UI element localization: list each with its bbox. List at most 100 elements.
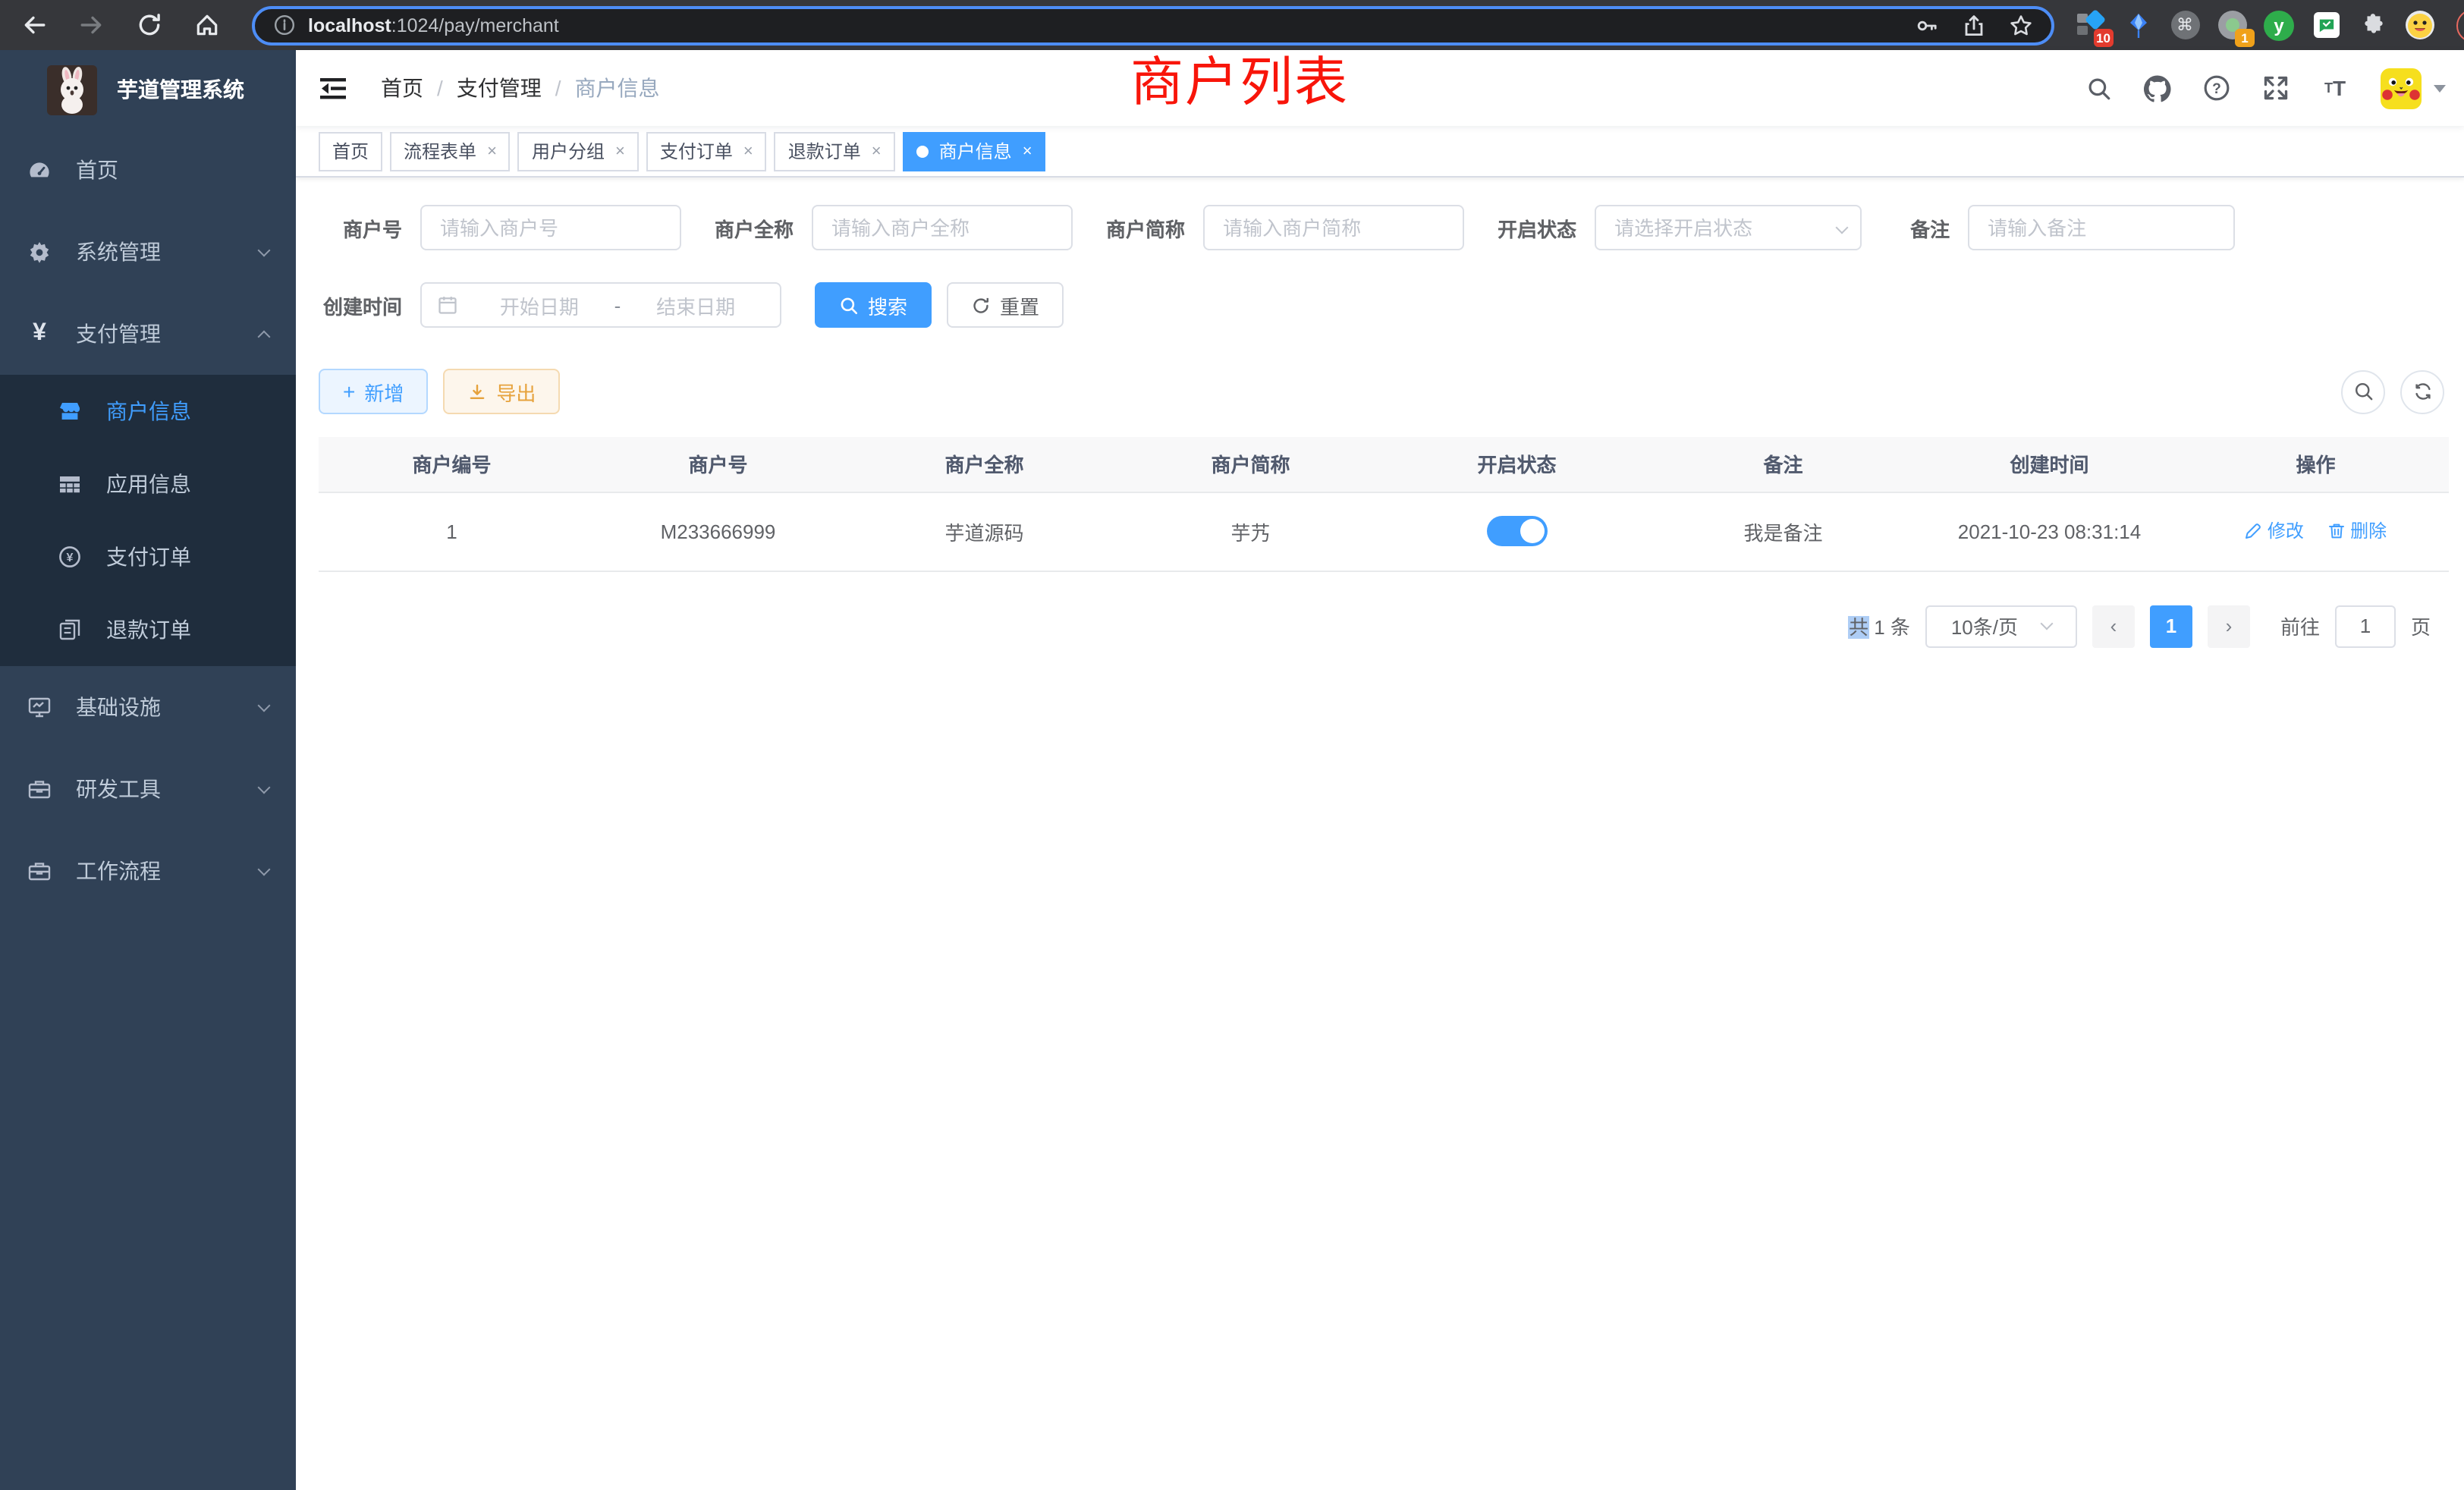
search-button[interactable]: 搜索 (815, 282, 932, 328)
sidebar-item-dev-tools[interactable]: 研发工具 (0, 748, 296, 830)
page-unit-label: 页 (2411, 611, 2431, 640)
table-row: 1 M233666999 芋道源码 芋艿 我是备注 2021-10-23 08:… (319, 492, 2449, 571)
remark-input[interactable] (1968, 205, 2235, 250)
edit-link[interactable]: 修改 (2245, 518, 2304, 544)
tag-merchant-info-active[interactable]: 商户信息× (903, 131, 1046, 171)
export-button-label: 导出 (496, 377, 536, 406)
user-avatar-menu[interactable] (2381, 68, 2446, 108)
extension-badge: 1 (2235, 28, 2255, 46)
next-page-button[interactable]: › (2208, 605, 2250, 647)
reset-button[interactable]: 重置 (947, 282, 1064, 328)
fullscreen-icon[interactable] (2262, 74, 2290, 102)
status-toggle-on[interactable] (1487, 516, 1548, 546)
monitor-icon (27, 695, 52, 719)
extension-kite-icon[interactable] (2123, 10, 2153, 40)
chevron-down-icon (258, 863, 271, 875)
filter-label-full-name: 商户全称 (715, 213, 812, 242)
bookmark-star-icon[interactable] (2009, 13, 2033, 37)
browser-address-bar[interactable]: localhost:1024/pay/merchant (252, 5, 2054, 45)
font-size-icon[interactable]: TT (2321, 74, 2349, 102)
sidebar-item-refund-order[interactable]: 退款订单 (0, 593, 296, 666)
site-info-icon[interactable] (273, 14, 296, 36)
export-button[interactable]: 导出 (443, 369, 560, 414)
sidebar-item-label: 研发工具 (76, 774, 161, 804)
delete-label: 删除 (2350, 518, 2387, 544)
goto-label: 前往 (2280, 611, 2320, 640)
sidebar-item-infrastructure[interactable]: 基础设施 (0, 666, 296, 748)
sidebar-item-pay-order[interactable]: ¥ 支付订单 (0, 520, 296, 593)
browser-forward-button[interactable] (73, 7, 109, 43)
col-header-merchant-no: 商户号 (585, 437, 851, 492)
extension-y-icon[interactable]: y (2264, 10, 2294, 40)
sidebar-fold-icon[interactable] (317, 73, 347, 103)
merchant-no-input[interactable] (420, 205, 681, 250)
refresh-icon (971, 295, 991, 315)
tag-close-icon[interactable]: × (487, 142, 497, 160)
refresh-table-button[interactable] (2400, 369, 2444, 413)
sidebar-item-home[interactable]: 首页 (0, 129, 296, 211)
yen-circle-icon: ¥ (58, 545, 82, 569)
browser-back-button[interactable] (15, 7, 52, 43)
share-icon[interactable] (1962, 13, 1986, 37)
add-button[interactable]: + 新增 (319, 369, 428, 414)
prev-page-button[interactable]: ‹ (2092, 605, 2135, 647)
page-size-select[interactable]: 10条/页 (1925, 605, 2077, 647)
tag-home[interactable]: 首页 (319, 131, 382, 171)
tags-view: 首页 流程表单× 用户分组 × 支付订单× 退款订单× 商户信息× (296, 126, 2464, 178)
show-search-toggle-button[interactable] (2341, 369, 2385, 413)
extensions-puzzle-icon[interactable] (2358, 10, 2388, 40)
table-header-row: 商户编号 商户号 商户全称 商户简称 开启状态 备注 创建时间 操作 (319, 437, 2449, 492)
date-separator: - (608, 294, 627, 316)
tag-close-icon[interactable]: × (615, 142, 625, 160)
header-search-icon[interactable] (2085, 74, 2112, 102)
goto-page-input[interactable] (2335, 605, 2396, 647)
url-text: localhost:1024/pay/merchant (308, 14, 559, 36)
sidebar-item-merchant-info[interactable]: 商户信息 (0, 375, 296, 448)
browser-home-button[interactable] (188, 7, 225, 43)
browser-update-button[interactable]: 更新 (2456, 8, 2464, 42)
extension-status-icon[interactable]: 1 (2217, 10, 2247, 40)
profile-emoji-icon[interactable] (2405, 10, 2435, 40)
tag-process-form[interactable]: 流程表单× (390, 131, 511, 171)
app-logo[interactable]: 芋道管理系统 (0, 50, 296, 129)
full-name-input[interactable] (812, 205, 1073, 250)
filter-label-remark: 备注 (1907, 213, 1968, 242)
browser-reload-button[interactable] (130, 7, 167, 43)
sidebar-item-label: 支付订单 (106, 542, 191, 572)
tag-pay-order[interactable]: 支付订单× (646, 131, 767, 171)
github-icon[interactable] (2144, 74, 2171, 102)
breadcrumb-home[interactable]: 首页 (381, 73, 423, 103)
sidebar-item-workflow[interactable]: 工作流程 (0, 830, 296, 912)
extension-command-icon[interactable]: ⌘ (2170, 10, 2200, 40)
tag-user-group[interactable]: 用户分组 × (518, 131, 639, 171)
create-time-range-picker[interactable]: 开始日期 - 结束日期 (420, 282, 781, 328)
status-select-input[interactable] (1595, 205, 1862, 250)
filter-row-2: 创建时间 开始日期 - 结束日期 搜索 (319, 282, 2449, 328)
sidebar-item-payment[interactable]: ¥ 支付管理 (0, 293, 296, 375)
delete-link[interactable]: 删除 (2327, 518, 2387, 544)
payment-submenu: 商户信息 应用信息 ¥ 支付订单 退款订单 (0, 375, 296, 666)
filter-label-merchant-no: 商户号 (319, 213, 420, 242)
tag-close-icon[interactable]: × (743, 142, 753, 160)
browser-extensions-area: 10 ⌘ 1 y (2076, 10, 2435, 40)
top-navbar: 首页 / 支付管理 / 商户信息 商户列表 ? (296, 50, 2464, 126)
breadcrumb: 首页 / 支付管理 / 商户信息 (381, 73, 660, 103)
cell-merchant-no: M233666999 (585, 492, 851, 571)
breadcrumb-payment[interactable]: 支付管理 (457, 73, 542, 103)
sidebar-item-app-info[interactable]: 应用信息 (0, 448, 296, 520)
status-select[interactable] (1595, 205, 1862, 250)
red-annotation-text: 商户列表 (1130, 50, 1349, 117)
page-1-button[interactable]: 1 (2150, 605, 2192, 647)
add-button-label: 新增 (364, 377, 404, 406)
help-icon[interactable]: ? (2203, 74, 2230, 102)
tag-close-icon[interactable]: × (1023, 142, 1032, 160)
extension-chat-icon[interactable] (2311, 10, 2341, 40)
password-key-icon[interactable] (1915, 13, 1939, 37)
tag-close-icon[interactable]: × (872, 142, 882, 160)
tag-refund-order[interactable]: 退款订单× (775, 131, 895, 171)
tag-label: 用户分组 (532, 138, 605, 164)
dashboard-icon (27, 158, 52, 182)
sidebar-item-system[interactable]: 系统管理 (0, 211, 296, 293)
extension-tabs-icon[interactable]: 10 (2076, 10, 2106, 40)
short-name-input[interactable] (1203, 205, 1464, 250)
